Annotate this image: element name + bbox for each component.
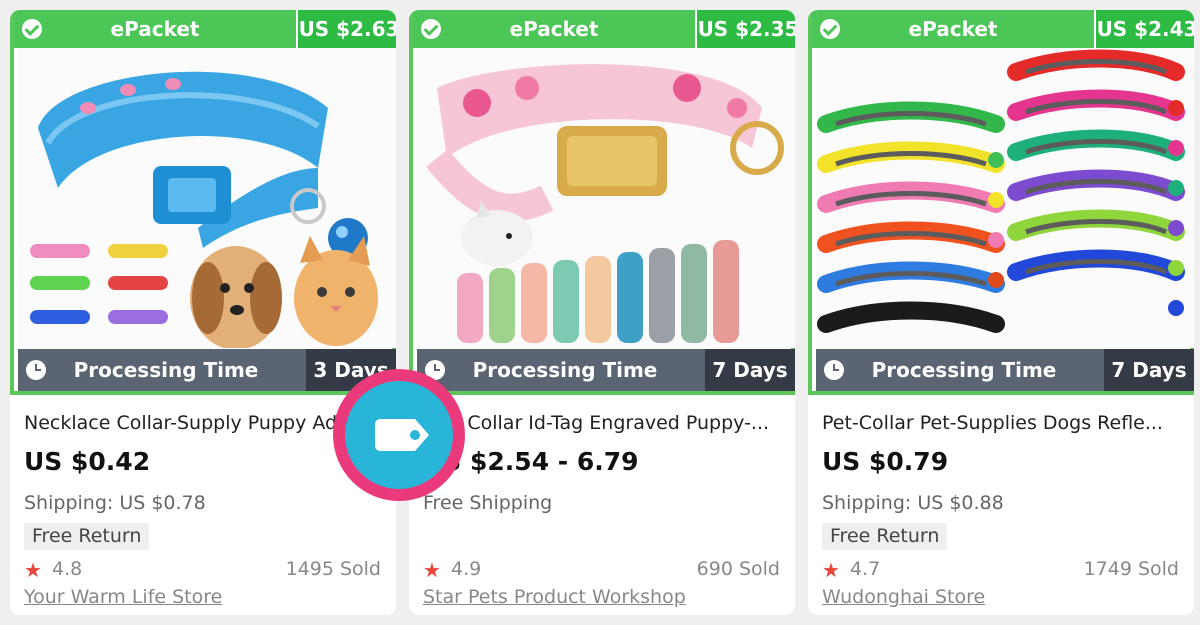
- shipping-bar: ePacket US $2.63: [14, 10, 396, 48]
- product-price: US $0.42: [24, 447, 151, 476]
- shipping-method: ePacket: [908, 17, 998, 41]
- product-image[interactable]: [18, 48, 396, 348]
- sold-count: 1749 Sold: [1083, 558, 1179, 580]
- product-image-frame[interactable]: ePacket US $2.43 Processing Time 7 Days: [808, 10, 1194, 395]
- processing-time-bar: Processing Time 3 Days: [18, 349, 396, 391]
- product-image[interactable]: [816, 48, 1194, 348]
- processing-time-label: Processing Time: [73, 358, 259, 382]
- product-title[interactable]: Dog Collar Id-Tag Engraved Puppy-...: [423, 412, 783, 434]
- store-link[interactable]: Your Warm Life Store: [24, 586, 222, 608]
- shipping-price: US $2.43: [1094, 10, 1194, 48]
- product-image[interactable]: [417, 48, 795, 348]
- star-icon: ★: [24, 558, 42, 582]
- product-rating: 4.8: [52, 558, 83, 580]
- processing-time-bar: Processing Time 7 Days: [816, 349, 1194, 391]
- processing-days: 7 Days: [705, 349, 795, 391]
- sold-count: 690 Sold: [696, 558, 780, 580]
- star-icon: ★: [423, 558, 441, 582]
- product-price: US $0.79: [822, 447, 949, 476]
- reflective-collars-image: [816, 48, 1194, 348]
- shipping-cost: Free Shipping: [423, 492, 553, 514]
- price-tag-button-inner: [345, 381, 453, 489]
- sold-count: 1495 Sold: [285, 558, 381, 580]
- star-icon: ★: [822, 558, 840, 582]
- processing-time-bar: Processing Time 7 Days: [417, 349, 795, 391]
- product-card[interactable]: ePacket US $2.63 Processing Time 3 Days …: [10, 10, 396, 615]
- shipping-method: ePacket: [110, 17, 200, 41]
- product-card[interactable]: ePacket US $2.35 Processing Time 7 Days …: [409, 10, 795, 615]
- shipping-price: US $2.63: [296, 10, 396, 48]
- price-tag-icon: [375, 419, 429, 451]
- engraved-collar-image: [417, 48, 795, 348]
- product-rating: 4.9: [451, 558, 482, 580]
- product-title[interactable]: Pet-Collar Pet-Supplies Dogs Refle...: [822, 412, 1182, 434]
- product-image-frame[interactable]: ePacket US $2.35 Processing Time 7 Days: [409, 10, 795, 395]
- product-rating: 4.7: [850, 558, 881, 580]
- shipping-cost: Shipping: US $0.88: [822, 492, 1004, 514]
- store-link[interactable]: Wudonghai Store: [822, 586, 985, 608]
- processing-time-label: Processing Time: [472, 358, 658, 382]
- shipping-price: US $2.35: [695, 10, 795, 48]
- cat-collar-image: [18, 48, 396, 348]
- price-tag-button[interactable]: [333, 369, 465, 501]
- free-return-badge: Free Return: [822, 523, 948, 550]
- processing-days: 7 Days: [1104, 349, 1194, 391]
- product-grid: ePacket US $2.63 Processing Time 3 Days …: [0, 0, 1200, 625]
- product-image-frame[interactable]: ePacket US $2.63 Processing Time 3 Days: [10, 10, 396, 395]
- shipping-cost: Shipping: US $0.78: [24, 492, 206, 514]
- processing-time-label: Processing Time: [871, 358, 1057, 382]
- shipping-bar: ePacket US $2.35: [413, 10, 795, 48]
- product-card[interactable]: ePacket US $2.43 Processing Time 7 Days …: [808, 10, 1194, 615]
- shipping-bar: ePacket US $2.43: [812, 10, 1194, 48]
- free-return-badge: Free Return: [24, 523, 150, 550]
- shipping-method: ePacket: [509, 17, 599, 41]
- store-link[interactable]: Star Pets Product Workshop: [423, 586, 686, 608]
- product-title[interactable]: Necklace Collar-Supply Puppy Adju...: [24, 412, 384, 434]
